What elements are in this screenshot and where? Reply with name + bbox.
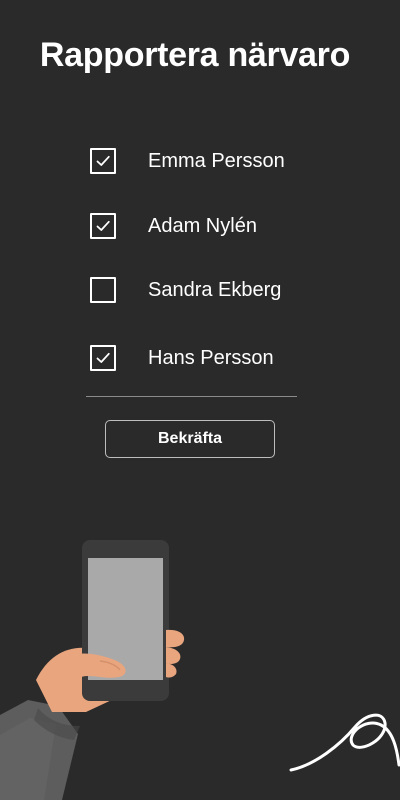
attendance-item-3[interactable]: Hans Persson [90,342,274,374]
attendance-checkbox-1[interactable] [90,213,116,239]
student-name: Emma Persson [148,149,285,172]
divider [86,396,297,397]
attendance-item-2[interactable]: Sandra Ekberg [90,274,281,306]
student-name: Sandra Ekberg [148,278,282,301]
squiggle-decoration [289,713,400,772]
hand-holding-phone-illustration [0,540,185,800]
checkmark-icon [96,352,110,363]
checkmark-icon [96,220,110,231]
attendance-checkbox-0[interactable] [90,148,116,174]
attendance-item-1[interactable]: Adam Nylén [90,210,257,242]
attendance-checkbox-2[interactable] [90,277,116,303]
confirm-button[interactable]: Bekräfta [105,420,275,458]
page-title: Rapportera närvaro [39,36,351,74]
checkmark-icon [96,155,110,166]
student-name: Adam Nylén [148,214,257,237]
attendance-checkbox-3[interactable] [90,345,116,371]
student-name: Hans Persson [148,346,274,369]
attendance-item-0[interactable]: Emma Persson [90,145,285,177]
